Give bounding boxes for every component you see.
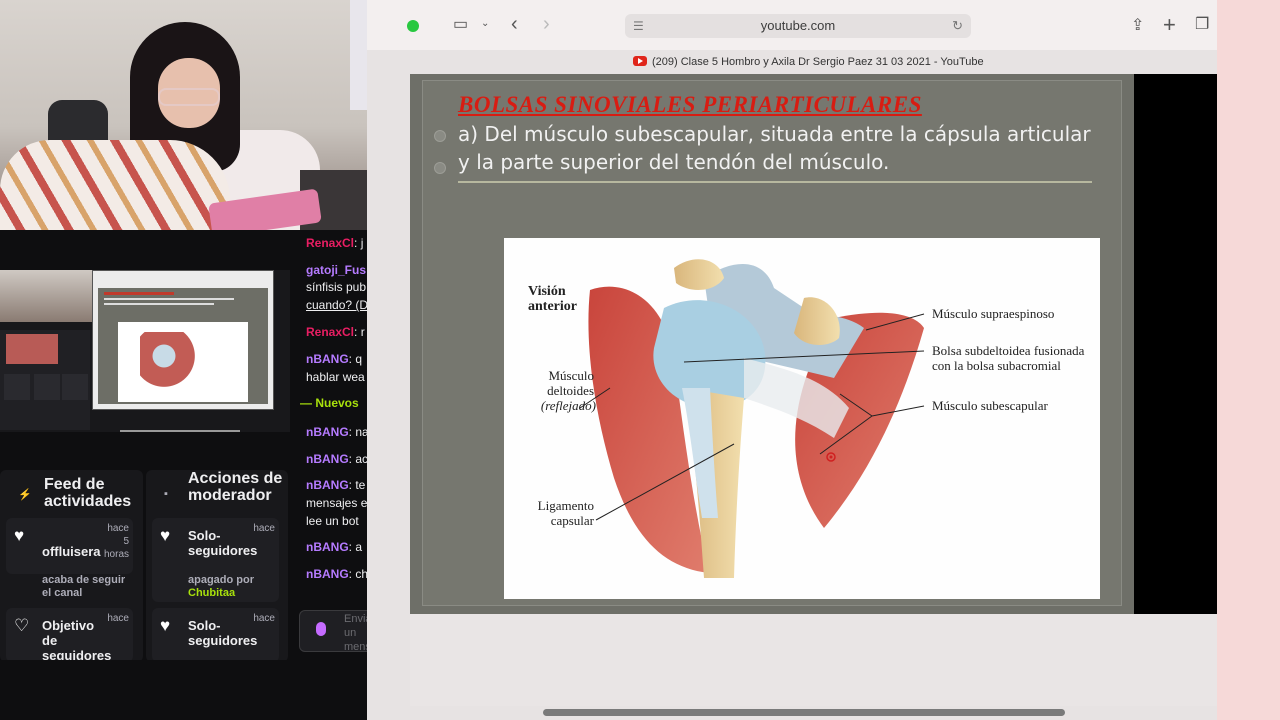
browser-toolbar: ▭ ⌄ ‹ › ☰ youtube.com ↻ ⇪ + ❐ xyxy=(367,0,1217,50)
shoulder-diagram: Visión anterior Músculo deltoides (refle… xyxy=(504,238,1100,599)
chat-message: RenaxCl: r xyxy=(306,325,365,339)
spacer xyxy=(0,432,292,470)
shield-icon: ▪ xyxy=(164,488,168,500)
glasses xyxy=(158,88,220,106)
bullet-dot xyxy=(434,162,446,174)
heart-outline-icon: ♡ xyxy=(14,616,30,635)
reload-icon[interactable]: ↻ xyxy=(952,14,963,38)
page-menu-icon[interactable]: ☰ xyxy=(633,14,644,38)
slide-title: BOLSAS SINOVIALES PERIARTICULARES xyxy=(458,92,922,117)
streamer-pants xyxy=(0,140,230,230)
browser-window: ▭ ⌄ ‹ › ☰ youtube.com ↻ ⇪ + ❐ (209) Clas… xyxy=(367,0,1217,720)
activity-desc: acaba de seguir el canal xyxy=(42,574,126,599)
mod-action-name: Solo-seguidores xyxy=(188,618,258,648)
goal-title: Objetivo de seguidores xyxy=(42,618,112,662)
chat-message: nBANG: q xyxy=(306,352,363,366)
chat-message: gatoji_Fus xyxy=(306,263,367,277)
heart-icon: ♥ xyxy=(160,526,171,545)
label-subscapularis: Músculo subescapular xyxy=(932,398,1048,413)
url-text: youtube.com xyxy=(760,18,836,33)
chat-panel: RenaxCl: j gatoji_Fus sínfisis pub cuand… xyxy=(292,230,367,720)
chat-input-placeholder: Enviar un mensaje xyxy=(344,613,367,653)
chat-message: nBANG: te xyxy=(306,478,366,492)
forward-icon[interactable]: › xyxy=(543,13,550,36)
chat-message-cont: sínfisis pub xyxy=(306,280,367,294)
tab-title: (209) Clase 5 Hombro y Axila Dr Sergio P… xyxy=(652,56,984,68)
chat-message-cont: cuando? (D xyxy=(306,298,367,312)
activity-time: hace 5 horas xyxy=(103,523,129,560)
mod-card[interactable]: ♥ Solo-seguidores hace apagado por Chubit… xyxy=(152,518,279,602)
label-supraspinatus: Músculo supraespinoso xyxy=(932,306,1055,321)
preview-slide xyxy=(98,288,268,404)
shoulder-illustration xyxy=(579,259,925,578)
preview-cam xyxy=(0,270,92,322)
mod-card[interactable]: ♥ Solo-seguidores hace xyxy=(152,608,279,662)
chat-message: nBANG: a xyxy=(306,540,363,554)
heart-icon: ♥ xyxy=(14,526,25,545)
chevron-down-icon[interactable]: ⌄ xyxy=(481,18,489,29)
preview-sidebar xyxy=(0,330,90,430)
tab-overview-icon[interactable]: ❐ xyxy=(1195,14,1209,34)
chat-message: RenaxCl: j xyxy=(306,236,364,250)
bottom-strip xyxy=(0,660,367,720)
spacer xyxy=(0,230,292,270)
back-icon[interactable]: ‹ xyxy=(511,13,518,36)
label-view: Visión anterior xyxy=(528,284,577,314)
chat-message: nBANG: na xyxy=(306,425,367,439)
bullet-dot xyxy=(434,130,446,142)
share-icon[interactable]: ⇪ xyxy=(1131,15,1144,35)
label-deltoid-note: (reflejado) xyxy=(540,398,596,413)
slide-text: a) Del músculo subescapular, situada ent… xyxy=(458,122,1091,174)
chat-message-cont: hablar wea xyxy=(306,370,365,384)
chat-message: nBANG: ch xyxy=(306,567,367,581)
mod-action-time: hace xyxy=(253,523,275,534)
chat-message-cont: mensajes e xyxy=(306,496,367,510)
mod-action-desc: apagado por Chubitaa xyxy=(188,574,255,599)
mod-action-time: hace xyxy=(253,613,275,624)
desktop-background xyxy=(1217,0,1280,720)
activity-card[interactable]: ♥ offluisera hace 5 horas xyxy=(6,518,133,574)
webcam-feed xyxy=(0,0,408,230)
new-messages-divider: — Nuevos xyxy=(300,396,359,410)
label-deltoid: Músculo deltoides xyxy=(547,368,594,398)
goal-card[interactable]: ♡ Objetivo de seguidores hace xyxy=(6,608,133,662)
mod-action-name: Solo-seguidores xyxy=(188,528,258,558)
panel-title: Acciones de moderador xyxy=(188,470,283,504)
chat-message-cont: lee un bot xyxy=(306,514,359,528)
mod-actions-panel: ▪ Acciones de moderador ♥ Solo-seguidore… xyxy=(146,470,288,662)
chat-message: nBANG: ac xyxy=(306,452,367,466)
address-bar[interactable]: ☰ youtube.com ↻ xyxy=(625,14,971,38)
sidebar-toggle-icon[interactable]: ▭ xyxy=(453,14,468,34)
mic-icon[interactable] xyxy=(316,622,326,636)
video-player[interactable]: BOLSAS SINOVIALES PERIARTICULARES a) Del… xyxy=(410,74,1217,614)
video-controls-area xyxy=(410,614,1217,706)
tab-bar[interactable]: (209) Clase 5 Hombro y Axila Dr Sergio P… xyxy=(367,50,1217,74)
panel-title: Feed de actividades xyxy=(44,476,132,510)
slide-rule xyxy=(458,181,1092,183)
youtube-icon xyxy=(633,56,647,66)
label-bursa: Bolsa subdeltoidea fusionada con la bols… xyxy=(932,343,1085,373)
zoom-window-button[interactable] xyxy=(407,20,419,32)
horizontal-scrollbar[interactable] xyxy=(543,709,1065,716)
bolt-icon: ⚡ xyxy=(18,489,32,501)
heart-icon: ♥ xyxy=(160,616,171,635)
goal-time: hace xyxy=(107,613,129,624)
stream-preview[interactable] xyxy=(0,270,290,432)
new-tab-icon[interactable]: + xyxy=(1163,12,1176,38)
activity-user: offluisera xyxy=(42,544,101,559)
activity-feed-panel: ⚡ Feed de actividades ♥ offluisera hace … xyxy=(0,470,143,662)
label-ligament: Ligamento capsular xyxy=(537,498,594,528)
lecture-slide: BOLSAS SINOVIALES PERIARTICULARES a) Del… xyxy=(410,74,1134,614)
